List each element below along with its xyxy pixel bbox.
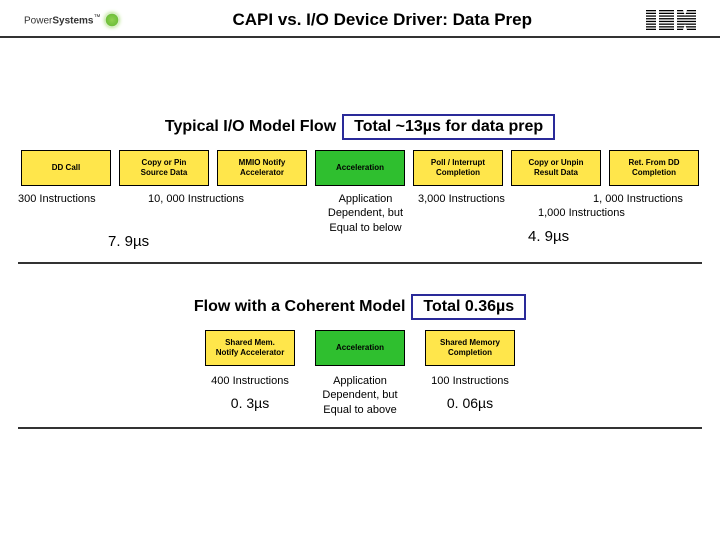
logo-tm: ™ xyxy=(94,14,101,21)
ibm-logo-icon xyxy=(646,10,696,30)
box-mmio: MMIO Notify Accelerator xyxy=(217,150,307,186)
box-shared-notify: Shared Mem. Notify Accelerator xyxy=(205,330,295,366)
coherent-flow-heading: Flow with a Coherent Model Total 0.36µs xyxy=(0,294,720,320)
box-poll: Poll / Interrupt Completion xyxy=(413,150,503,186)
ann-col-1: 400 Instructions 0. 3µs xyxy=(205,374,295,417)
box-ret: Ret. From DD Completion xyxy=(609,150,699,186)
logo-word2: Systems xyxy=(52,15,93,26)
ann-400: 400 Instructions xyxy=(205,374,295,388)
page-title: CAPI vs. I/O Device Driver: Data Prep xyxy=(119,10,647,30)
coherent-flow-total: Total 0.36µs xyxy=(411,294,526,320)
header-bar: PowerSystems™ CAPI vs. I/O Device Driver… xyxy=(0,0,720,38)
ann-txt: Dependent, but xyxy=(328,207,403,219)
ann-300: 300 Instructions xyxy=(18,192,96,206)
ann-txt: Equal to below xyxy=(329,222,401,234)
ann-100: 100 Instructions xyxy=(425,374,515,388)
box-acceleration-top: Acceleration xyxy=(315,150,405,186)
ann-10000: 10, 000 Instructions xyxy=(148,192,244,206)
divider-2 xyxy=(18,427,702,429)
time-03: 0. 3µs xyxy=(205,394,295,412)
box-copy-pin: Copy or Pin Source Data xyxy=(119,150,209,186)
typical-flow-row: DD Call Copy or Pin Source Data MMIO Not… xyxy=(18,150,702,186)
ann-col-2: Application Dependent, but Equal to abov… xyxy=(315,374,405,417)
ann-col-3: 100 Instructions 0. 06µs xyxy=(425,374,515,417)
burst-icon xyxy=(105,13,119,27)
time-left: 7. 9µs xyxy=(108,232,149,252)
power-systems-logo: PowerSystems™ xyxy=(24,13,119,27)
typical-annotations: 300 Instructions 10, 000 Instructions Ap… xyxy=(18,192,702,262)
time-006: 0. 06µs xyxy=(425,394,515,412)
box-shared-completion: Shared Memory Completion xyxy=(425,330,515,366)
ann-txt: Dependent, but xyxy=(315,388,405,402)
divider-1 xyxy=(18,262,702,264)
ann-1000b: 1,000 Instructions xyxy=(538,206,625,220)
ann-txt: Application xyxy=(339,193,393,205)
ann-txt: Application xyxy=(315,374,405,388)
box-acceleration-bottom: Acceleration xyxy=(315,330,405,366)
coherent-flow-row: Shared Mem. Notify Accelerator Accelerat… xyxy=(18,330,702,366)
typical-flow-total: Total ~13µs for data prep xyxy=(342,114,555,140)
ann-1000a: 1, 000 Instructions xyxy=(593,192,683,206)
time-right: 4. 9µs xyxy=(528,227,569,247)
box-dd-call: DD Call xyxy=(21,150,111,186)
ann-3000: 3,000 Instructions xyxy=(418,192,505,206)
coherent-annotations: 400 Instructions 0. 3µs Application Depe… xyxy=(18,374,702,417)
typical-flow-heading: Typical I/O Model Flow Total ~13µs for d… xyxy=(0,114,720,140)
coherent-flow-label: Flow with a Coherent Model xyxy=(194,298,406,316)
box-unpin: Copy or Unpin Result Data xyxy=(511,150,601,186)
logo-word1: Power xyxy=(24,15,52,26)
typical-flow-label: Typical I/O Model Flow xyxy=(165,118,336,136)
ann-txt: Equal to above xyxy=(315,403,405,417)
logo-text: PowerSystems™ xyxy=(24,14,101,26)
ann-app-dep-top: Application Dependent, but Equal to belo… xyxy=(318,192,413,235)
